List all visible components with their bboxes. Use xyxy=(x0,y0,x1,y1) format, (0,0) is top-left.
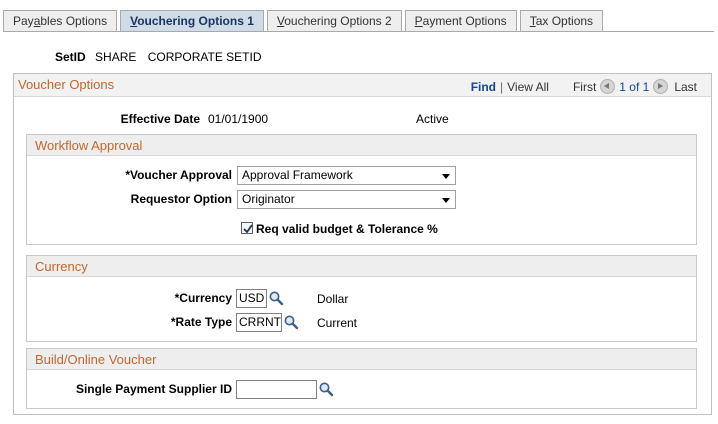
last-label: Last xyxy=(674,79,697,94)
tab-vouchering-options-1[interactable]: Vouchering Options 1 xyxy=(120,10,264,32)
voucher-approval-select[interactable]: Approval Framework xyxy=(237,166,456,185)
req-valid-budget-label: Req valid budget & Tolerance % xyxy=(256,222,438,236)
rate-type-label: *Rate Type xyxy=(170,315,232,329)
chevron-down-icon xyxy=(442,198,450,203)
setid-row: SetID SHARE CORPORATE SETID xyxy=(55,50,262,64)
currency-title: Currency xyxy=(35,259,88,274)
build-online-voucher-header: Build/Online Voucher xyxy=(27,349,696,370)
tab-tax-options[interactable]: Tax Options xyxy=(519,10,604,31)
currency-label: *Currency xyxy=(174,291,232,305)
currency-group: Currency xyxy=(26,255,697,342)
setid-label: SetID xyxy=(55,50,86,64)
tab-vouchering-options-2[interactable]: Vouchering Options 2 xyxy=(266,10,402,31)
requestor-option-value: Originator xyxy=(242,192,295,206)
view-all-link[interactable]: View All xyxy=(507,80,549,94)
rate-type-description: Current xyxy=(317,316,358,330)
requestor-option-label: Requestor Option xyxy=(130,192,232,206)
search-icon[interactable] xyxy=(283,314,299,330)
find-link[interactable]: Find xyxy=(471,80,496,94)
currency-description: Dollar xyxy=(317,292,349,306)
build-online-voucher-title: Build/Online Voucher xyxy=(35,352,157,367)
voucher-options-title: Voucher Options xyxy=(18,77,115,92)
workflow-approval-title: Workflow Approval xyxy=(35,138,143,153)
search-icon[interactable] xyxy=(318,381,334,397)
voucher-approval-label: *Voucher Approval xyxy=(125,168,232,182)
tab-bar: Payables Options Vouchering Options 1 Vo… xyxy=(3,10,606,32)
currency-input[interactable]: USD xyxy=(236,289,267,308)
voucher-options-header: Voucher Options Find | View All First 1 … xyxy=(14,74,711,97)
single-payment-supplier-label: Single Payment Supplier ID xyxy=(75,382,232,396)
tab-divider xyxy=(3,31,714,32)
effective-status: Active xyxy=(416,112,449,126)
first-label: First xyxy=(572,79,597,94)
search-icon[interactable] xyxy=(268,290,284,306)
checkmark-icon xyxy=(243,224,253,234)
tab-payment-options[interactable]: Payment Options xyxy=(404,10,517,31)
row-navigation: Find | View All First 1 of 1 Last xyxy=(470,79,697,94)
req-valid-budget-checkbox[interactable] xyxy=(241,222,253,234)
rate-type-input[interactable]: CRRNT xyxy=(236,313,282,332)
next-arrow-icon[interactable] xyxy=(653,79,669,94)
voucher-approval-value: Approval Framework xyxy=(242,168,353,182)
single-payment-supplier-input[interactable] xyxy=(236,380,317,399)
previous-arrow-icon[interactable] xyxy=(600,79,616,94)
setid-value: SHARE xyxy=(95,50,137,64)
effective-date-label: Effective Date xyxy=(120,112,200,126)
requestor-option-select[interactable]: Originator xyxy=(237,190,456,209)
chevron-down-icon xyxy=(442,174,450,179)
tab-payables-options[interactable]: Payables Options xyxy=(3,10,118,31)
row-count: 1 of 1 xyxy=(619,79,650,94)
effective-date-value: 01/01/1900 xyxy=(208,112,269,126)
build-online-voucher-group: Build/Online Voucher xyxy=(26,348,697,409)
setid-description: CORPORATE SETID xyxy=(147,50,262,64)
workflow-approval-header: Workflow Approval xyxy=(27,135,696,156)
currency-header: Currency xyxy=(27,256,696,277)
